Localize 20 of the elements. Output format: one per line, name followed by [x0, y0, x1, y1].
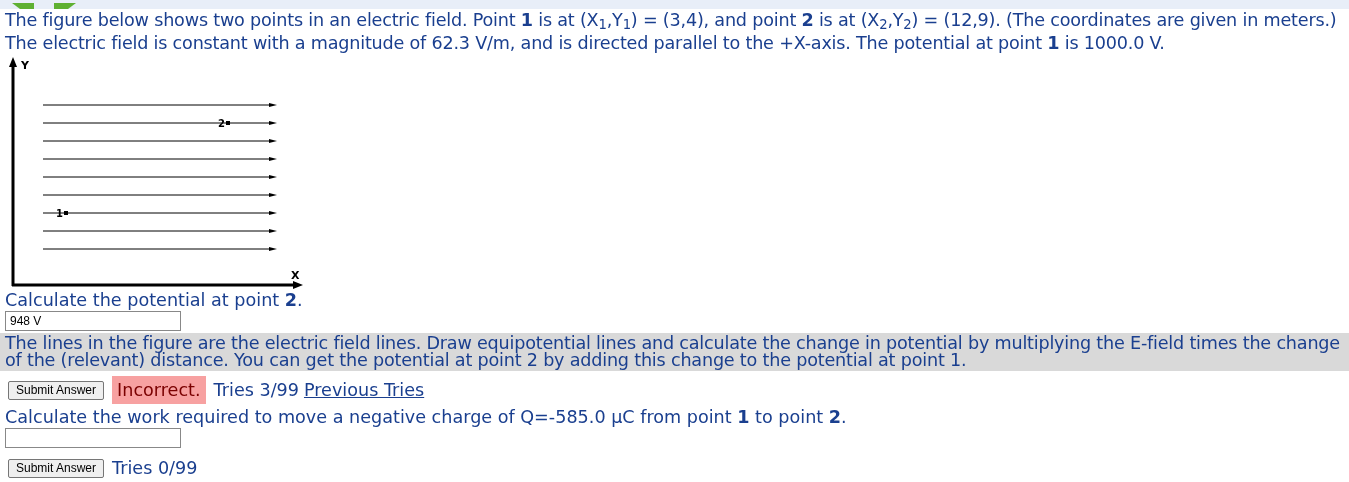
problem-text: The figure below shows two points in an electric field. Point 1 is at (X$_{1}$,Y$_{1}$) = (3,4), and point 2 is at (X$_{2}$,Y$_{2}$) = (12,9). (The coordinates are given in meters.) The electric field is constant with a magnitude of 62.3 V/m, and is directed parallel to the +X-axis. The potential at point 1 is 1000.0 V.	[5, 9, 1338, 55]
answer-field[interactable]	[5, 428, 181, 448]
point-label: 1	[56, 208, 63, 219]
answer-field[interactable]: 948 V	[5, 311, 181, 331]
axis-label: X	[291, 269, 300, 282]
forward-arrow-icon[interactable]	[54, 3, 76, 9]
point-marker	[226, 121, 230, 125]
question-text: Calculate the work required to move a negative charge of Q=-585.0 μC from point 1 to point 2.	[5, 406, 848, 428]
submit-button[interactable]: Submit Answer	[8, 458, 105, 478]
submit-button[interactable]: Submit Answer	[8, 380, 105, 400]
point-label: 2	[218, 118, 225, 129]
previous-tries-link[interactable]: Previous Tries	[303, 376, 425, 404]
tries-count: Tries 0/99	[112, 456, 198, 480]
axis-label: Y	[21, 59, 29, 72]
tries-count: Tries 3/99	[213, 378, 299, 402]
back-arrow-icon[interactable]	[12, 3, 34, 9]
point-marker	[64, 211, 68, 215]
hint-text: The lines in the figure are the electric field lines. Draw equipotential lines and calculate the change in potential by multiplying the E-field times the change of the (relevant) distance. You can get the potential at point 2 by adding this change to the potential at point 1.	[0, 333, 1349, 371]
feedback-status: Incorrect.	[112, 376, 206, 404]
question-text: Calculate the potential at point 2.	[5, 289, 304, 311]
